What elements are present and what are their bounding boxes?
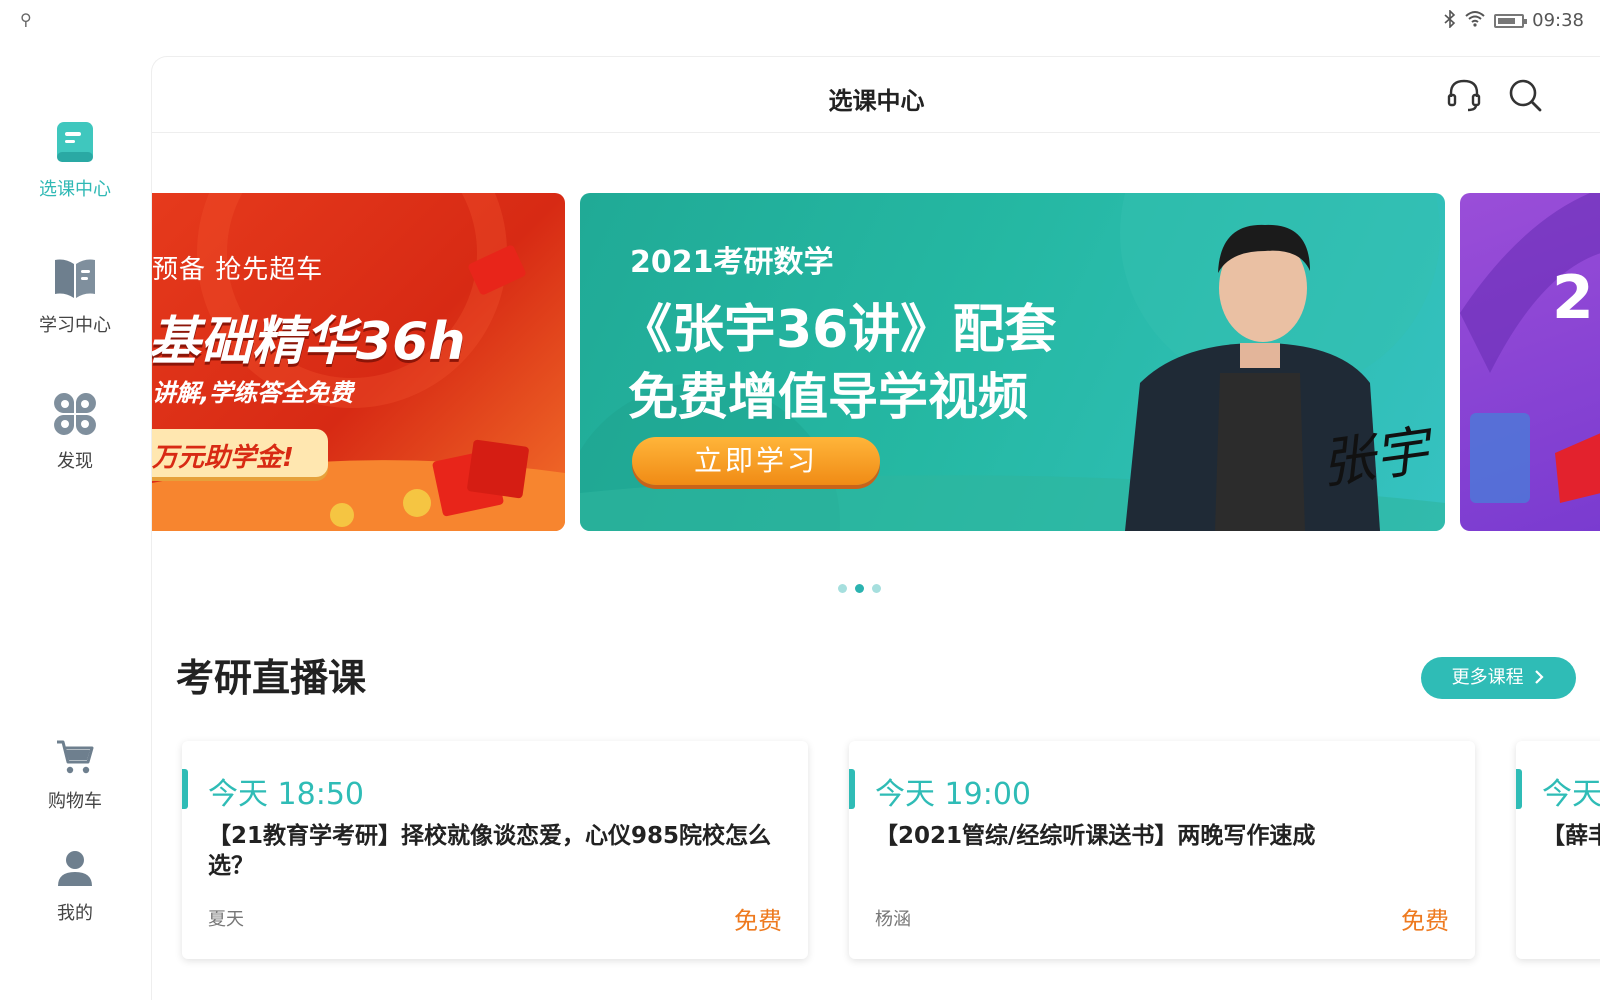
nav-item-course-center[interactable]: 选课中心 bbox=[0, 120, 150, 201]
nav-label: 我的 bbox=[57, 903, 93, 924]
status-bar: ⚲ 09:38 bbox=[0, 0, 1600, 40]
nav-label: 学习中心 bbox=[39, 315, 111, 336]
course-title: 【薛丰 作） bbox=[1542, 823, 1600, 849]
nav-item-discover[interactable]: 发现 bbox=[0, 392, 150, 473]
course-price: 免费 bbox=[1401, 907, 1449, 935]
section-title: 考研直播课 bbox=[176, 656, 367, 700]
banner-text: 讲解,学练答全免费 bbox=[152, 379, 354, 407]
card-accent-bar bbox=[182, 769, 188, 809]
course-title: 【2021管综/经综听课送书】两晚写作速成 bbox=[875, 823, 1316, 849]
top-bar: 选课中心 bbox=[152, 57, 1600, 133]
course-title: 【21教育学考研】择校就像谈恋爱，心仪985院校怎么选？ bbox=[208, 823, 772, 879]
wifi-icon bbox=[1464, 9, 1486, 32]
signature: 张宇 bbox=[1316, 418, 1433, 497]
course-card[interactable]: 今天 18:50 【21教育学考研】择校就像谈恋爱，心仪985院校怎么选？ 夏天… bbox=[182, 741, 808, 959]
course-center-icon bbox=[55, 122, 95, 169]
status-time: 09:38 bbox=[1532, 10, 1584, 31]
banner-slide-left[interactable]: 预备 抢先超车 基础精华36h 讲解,学练答全免费 万元助学金! bbox=[152, 193, 565, 531]
banner-headline: 《张宇36讲》配套 bbox=[620, 300, 1057, 360]
banner-headline: 基础精华36h bbox=[152, 312, 466, 372]
left-nav: 选课中心 学习中心 发现 购物车 我的 bbox=[0, 40, 150, 1000]
page-title: 选课中心 bbox=[828, 87, 925, 115]
more-courses-button[interactable]: 更多课程 bbox=[1421, 657, 1576, 699]
banner-slide-right[interactable]: 2 bbox=[1460, 193, 1600, 531]
user-icon bbox=[55, 851, 95, 893]
nav-label: 选课中心 bbox=[39, 179, 111, 200]
carousel-dot[interactable] bbox=[838, 584, 847, 593]
more-courses-label: 更多课程 bbox=[1451, 667, 1524, 688]
chevron-right-icon bbox=[1529, 667, 1545, 688]
nav-item-study-center[interactable]: 学习中心 bbox=[0, 256, 150, 337]
main-panel: 选课中心 预备 抢先超车 基础精华36h 讲解,学练答全免费 万元助学金! 20… bbox=[151, 56, 1600, 1000]
battery-icon bbox=[1494, 13, 1528, 28]
nav-item-cart[interactable]: 购物车 bbox=[0, 738, 150, 813]
course-time: 今天 19:00 bbox=[875, 777, 1031, 812]
course-price: 免费 bbox=[734, 907, 782, 935]
usb-icon: ⚲ bbox=[20, 10, 32, 29]
study-now-button[interactable]: 立即学习 bbox=[632, 437, 880, 485]
course-card[interactable]: 今天 【薛丰 作） bbox=[1516, 741, 1600, 959]
course-card[interactable]: 今天 19:00 【2021管综/经综听课送书】两晚写作速成 杨涵 免费 bbox=[849, 741, 1475, 959]
status-indicators: 09:38 bbox=[1444, 8, 1584, 32]
banner-decor bbox=[1460, 193, 1600, 503]
card-accent-bar bbox=[849, 769, 855, 809]
open-book-icon bbox=[51, 259, 99, 305]
carousel-pagination bbox=[838, 584, 881, 593]
banner-subtitle: 2021考研数学 bbox=[630, 245, 834, 280]
cart-icon bbox=[55, 740, 95, 781]
bluetooth-icon bbox=[1444, 8, 1456, 32]
course-teacher: 杨涵 bbox=[875, 909, 911, 930]
carousel-dot[interactable] bbox=[872, 584, 881, 593]
banner-text: 万元助学金! bbox=[152, 443, 294, 473]
card-accent-bar bbox=[1516, 769, 1522, 809]
headset-icon[interactable] bbox=[1446, 77, 1482, 113]
carousel-dot-active[interactable] bbox=[855, 584, 864, 593]
banner-headline: 免费增值导学视频 bbox=[628, 368, 1028, 426]
search-icon[interactable] bbox=[1507, 77, 1543, 113]
banner-slide-active[interactable]: 2021考研数学 《张宇36讲》配套 免费增值导学视频 立即学习 张宇 bbox=[580, 193, 1445, 531]
nav-item-mine[interactable]: 我的 bbox=[0, 848, 150, 925]
course-teacher: 夏天 bbox=[208, 909, 244, 930]
discover-icon bbox=[53, 393, 97, 441]
nav-label: 购物车 bbox=[48, 791, 102, 812]
banner-text: 2 bbox=[1552, 263, 1594, 333]
course-time: 今天 bbox=[1542, 777, 1600, 812]
nav-label: 发现 bbox=[57, 451, 93, 472]
course-time: 今天 18:50 bbox=[208, 777, 364, 812]
banner-text: 预备 抢先超车 bbox=[152, 255, 324, 285]
